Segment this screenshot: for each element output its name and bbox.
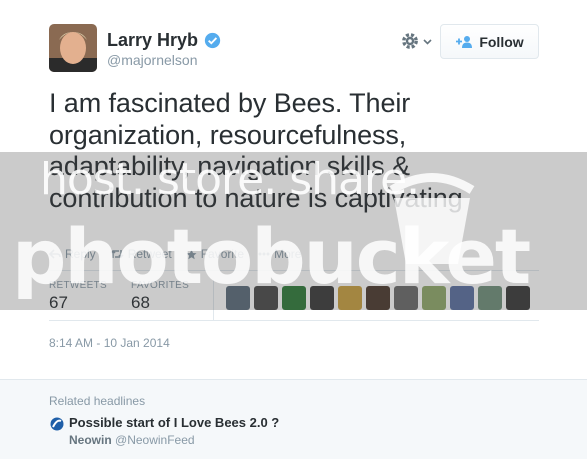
tweet-line: I am fascinated by Bees. Their [49, 88, 411, 118]
profile-name[interactable]: Larry Hryb [107, 30, 221, 51]
avatar[interactable] [49, 24, 97, 72]
watermark-tagline: host. store. share. [40, 154, 420, 205]
tweet-timestamp[interactable]: 8:14 AM - 10 Jan 2014 [49, 336, 170, 350]
profile-handle[interactable]: @majornelson [107, 52, 197, 68]
related-source[interactable]: Neowin @NeowinFeed [69, 433, 195, 447]
related-headline-link[interactable]: Possible start of I Love Bees 2.0 ? [69, 415, 279, 430]
related-title: Related headlines [49, 394, 146, 408]
follow-label: Follow [479, 33, 524, 50]
profile-name-text[interactable]: Larry Hryb [107, 30, 198, 51]
related-source-name: Neowin [69, 433, 112, 447]
watermark-overlay: host. store. share. photobucket [0, 152, 587, 310]
related-headlines: Related headlines Possible start of I Lo… [0, 379, 587, 459]
gear-icon [402, 33, 418, 49]
watermark-bucket-icon [389, 173, 475, 264]
divider [49, 320, 539, 321]
verified-badge-icon [204, 32, 221, 49]
follow-button[interactable]: Follow [440, 24, 539, 59]
chevron-down-icon [423, 38, 432, 45]
related-source-handle: @NeowinFeed [115, 433, 195, 447]
news-source-icon [50, 417, 64, 431]
settings-menu-button[interactable] [400, 31, 432, 51]
tweet-line: organization, resourcefulness, [49, 119, 407, 150]
add-user-icon [456, 35, 473, 48]
